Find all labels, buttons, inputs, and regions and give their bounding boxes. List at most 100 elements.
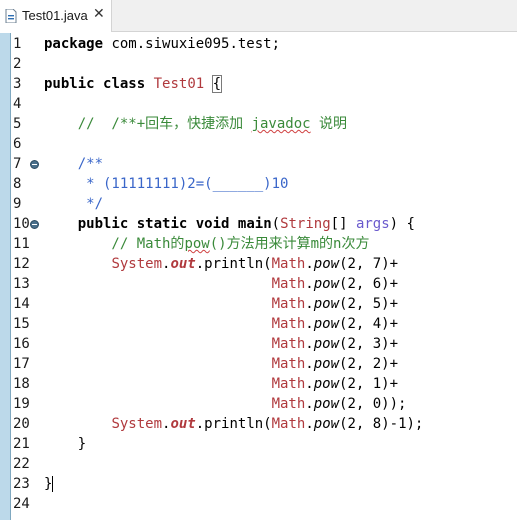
code-token: {: [211, 75, 223, 93]
code-line[interactable]: 7 /**: [0, 154, 517, 174]
line-number: 3: [13, 76, 22, 92]
code-line[interactable]: 21 }: [0, 434, 517, 454]
line-number: 5: [13, 116, 22, 132]
line-number: 9: [13, 196, 22, 212]
code-token: System: [111, 416, 163, 432]
code-text: Math.pow(2, 6)+: [44, 274, 398, 294]
code-text: }: [44, 474, 54, 494]
code-token: pow: [313, 396, 340, 412]
code-text: * (11111111)2=(______)10: [44, 174, 288, 194]
code-token: .: [305, 256, 314, 272]
code-text: public class Test01 {: [44, 74, 223, 94]
code-line[interactable]: 12 System.out.println(Math.pow(2, 7)+: [0, 254, 517, 274]
code-editor[interactable]: 1 package com.siwuxie095.test; 2 3 public cl…: [0, 33, 517, 520]
code-line[interactable]: 1 package com.siwuxie095.test;: [0, 34, 517, 54]
code-token: pow: [313, 336, 340, 352]
line-number: 2: [13, 56, 22, 72]
code-text: // Math的pow()方法用来计算m的n次方: [44, 234, 369, 254]
close-icon[interactable]: ✕: [93, 6, 105, 22]
code-token: .: [305, 296, 314, 312]
code-token: static: [136, 216, 188, 232]
code-token: package: [44, 36, 104, 52]
code-line[interactable]: 2: [0, 54, 517, 74]
code-line[interactable]: 13 Math.pow(2, 6)+: [0, 274, 517, 294]
code-token: System: [111, 256, 163, 272]
code-line[interactable]: 3 public class Test01 {: [0, 74, 517, 94]
code-text: Math.pow(2, 1)+: [44, 374, 398, 394]
code-token: Math: [271, 336, 306, 352]
code-line[interactable]: 24: [0, 494, 517, 514]
code-token: // Math的: [44, 236, 185, 252]
code-text: // /**+回车，快捷添加 javadoc 说明: [44, 114, 347, 134]
code-token: .: [305, 336, 314, 352]
code-line[interactable]: 20 System.out.println(Math.pow(2, 8)-1);: [0, 414, 517, 434]
code-token: out: [170, 256, 196, 272]
code-token: .: [305, 276, 314, 292]
code-line[interactable]: 14 Math.pow(2, 5)+: [0, 294, 517, 314]
code-token: pow: [313, 376, 340, 392]
code-token: pow: [184, 236, 210, 252]
line-number: 18: [13, 376, 30, 392]
code-line[interactable]: 8 * (11111111)2=(______)10: [0, 174, 517, 194]
code-line[interactable]: 9 */: [0, 194, 517, 214]
code-line[interactable]: 23}: [0, 474, 517, 494]
code-token: (2, 0));: [339, 396, 407, 412]
code-token: Test01: [153, 76, 205, 92]
code-line[interactable]: 6: [0, 134, 517, 154]
code-text: /**: [44, 154, 103, 174]
code-line[interactable]: 5 // /**+回车，快捷添加 javadoc 说明: [0, 114, 517, 134]
code-text: Math.pow(2, 4)+: [44, 314, 398, 334]
code-line[interactable]: 22: [0, 454, 517, 474]
code-token: Math: [271, 376, 306, 392]
code-token: (2, 2)+: [339, 356, 399, 372]
text-caret: [52, 476, 54, 492]
fold-toggle-icon[interactable]: [30, 220, 39, 229]
code-token: Math: [271, 256, 306, 272]
tab-test01-java[interactable]: Test01.java ✕: [0, 0, 112, 32]
fold-toggle-icon[interactable]: [30, 160, 39, 169]
code-token: Math: [271, 396, 306, 412]
code-token: (2, 1)+: [339, 376, 399, 392]
code-line[interactable]: 16 Math.pow(2, 3)+: [0, 334, 517, 354]
code-token: (2, 6)+: [339, 276, 399, 292]
line-number: 20: [13, 416, 30, 432]
code-line[interactable]: 17 Math.pow(2, 2)+: [0, 354, 517, 374]
line-number: 11: [13, 236, 30, 252]
code-token: Math: [271, 276, 306, 292]
code-line[interactable]: 15 Math.pow(2, 4)+: [0, 314, 517, 334]
code-token: .: [305, 316, 314, 332]
code-token: (2, 3)+: [339, 336, 399, 352]
code-line[interactable]: 4: [0, 94, 517, 114]
java-file-icon: [5, 9, 17, 23]
code-token: * (11111111)2=(______)10: [44, 176, 289, 192]
code-token: pow: [313, 356, 340, 372]
line-number: 17: [13, 356, 30, 372]
line-number: 14: [13, 296, 30, 312]
line-number: 1: [13, 36, 22, 52]
code-token: public: [44, 76, 95, 92]
code-line[interactable]: 19 Math.pow(2, 0));: [0, 394, 517, 414]
code-line[interactable]: 11 // Math的pow()方法用来计算m的n次方: [0, 234, 517, 254]
code-token: /**: [44, 156, 104, 172]
code-token: */: [44, 196, 104, 212]
code-token: String: [280, 216, 331, 232]
code-line[interactable]: 10 public static void main(String[] args…: [0, 214, 517, 234]
code-text: package com.siwuxie095.test;: [44, 34, 280, 54]
code-token: javadoc: [251, 116, 311, 132]
code-token: Math: [271, 356, 306, 372]
code-token: pow: [313, 416, 340, 432]
code-line[interactable]: 18 Math.pow(2, 1)+: [0, 374, 517, 394]
code-token: .println(: [195, 416, 272, 432]
code-token: void: [195, 216, 230, 232]
code-token: (2, 4)+: [339, 316, 399, 332]
code-token: Math: [271, 316, 306, 332]
line-number: 19: [13, 396, 30, 412]
code-token: (2, 5)+: [339, 296, 399, 312]
code-token: (2, 8)-1);: [339, 416, 424, 432]
